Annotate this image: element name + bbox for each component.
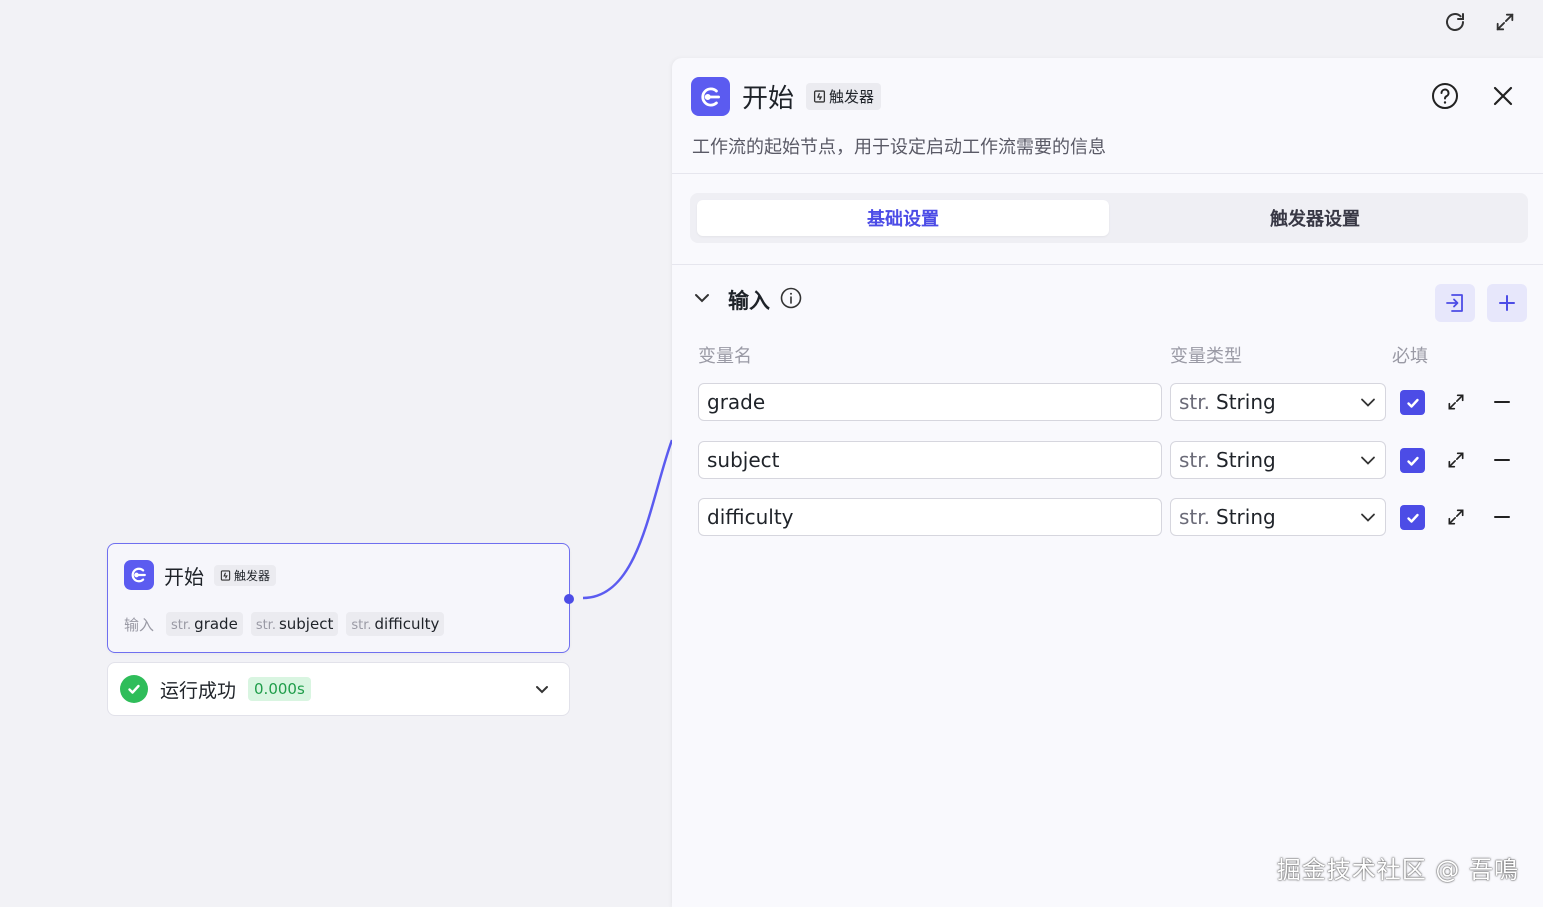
type-label: String [1216,448,1276,472]
inputs-label: 输入 [124,615,155,634]
trigger-tag-label: 触发器 [234,568,271,583]
input-chip: str. grade [166,612,243,636]
import-variables-button[interactable] [1435,284,1475,322]
divider [672,173,1543,174]
info-icon[interactable] [780,287,802,313]
type-prefix: str. [1179,390,1211,414]
required-checkbox[interactable] [1400,448,1425,473]
column-header-required: 必填 [1392,346,1428,367]
chevron-down-icon [1359,393,1377,411]
chevron-down-icon[interactable] [533,680,551,698]
trigger-icon [220,569,231,581]
required-checkbox[interactable] [1400,390,1425,415]
plus-icon [1499,295,1515,311]
variable-table-header: 变量名 变量类型 必填 [698,342,1538,368]
node-config-panel: 开始 触发器 工作流的起始节点，用于设定启动工作流需要的信息 基础设置 触发器设… [672,58,1543,907]
divider [672,264,1543,265]
expand-icon[interactable] [1442,388,1470,416]
start-node-icon [691,77,730,116]
column-header-name: 变量名 [698,346,752,367]
variable-type-select[interactable]: str. String [1170,383,1386,421]
fullscreen-icon[interactable] [1487,8,1523,36]
variable-row: subject str. String [698,441,1538,481]
start-node-inputs: 输入 str. grade str. subject str. difficulty [124,612,445,636]
input-chip: str. subject [250,612,339,636]
trigger-tag: 触发器 [214,564,277,586]
check-icon [1406,513,1419,523]
run-status-text: 运行成功 [160,679,237,702]
type-label: String [1216,390,1276,414]
remove-variable-icon[interactable] [1488,446,1516,474]
refresh-icon[interactable] [1437,8,1473,36]
run-status-bar[interactable]: 运行成功 0.000s [107,662,570,716]
input-section-title: 输入 [728,289,770,313]
input-name: grade [194,615,238,633]
panel-description: 工作流的起始节点，用于设定启动工作流需要的信息 [692,137,1106,158]
canvas-toolbar [1437,8,1523,36]
remove-variable-icon[interactable] [1488,503,1516,531]
tab-basic-settings[interactable]: 基础设置 [697,200,1109,236]
chevron-down-icon[interactable] [692,288,712,312]
type-prefix: str. [1179,505,1211,529]
type-label: String [1216,505,1276,529]
close-icon[interactable] [1487,80,1519,112]
variable-name-input[interactable]: grade [698,383,1162,421]
input-section-header[interactable]: 输入 [692,285,802,315]
panel-header: 开始 触发器 [691,77,882,116]
panel-title: 开始 [742,84,795,114]
type-prefix: str. [1179,448,1211,472]
output-port[interactable] [564,594,574,604]
type-prefix: str. [171,618,192,633]
input-chip: str. difficulty [346,612,445,636]
variable-name-input[interactable]: subject [698,441,1162,479]
expand-icon[interactable] [1442,446,1470,474]
trigger-icon [813,90,826,103]
variable-type-select[interactable]: str. String [1170,498,1386,536]
run-duration-badge: 0.000s [248,677,311,701]
variable-row: grade str. String [698,383,1538,423]
tab-trigger-settings[interactable]: 触发器设置 [1109,200,1521,236]
input-name: subject [278,615,334,633]
watermark: 掘金技术社区 @ 吾鳴 [1276,856,1519,884]
add-variable-button[interactable] [1487,284,1527,322]
chevron-down-icon [1359,508,1377,526]
start-node-title: 开始 [164,564,204,589]
chevron-down-icon [1359,451,1377,469]
input-name: difficulty [374,615,440,633]
panel-actions [1429,80,1519,112]
expand-icon[interactable] [1442,503,1470,531]
variable-name-input[interactable]: difficulty [698,498,1162,536]
help-icon[interactable] [1429,80,1461,112]
required-checkbox[interactable] [1400,505,1425,530]
start-node[interactable]: 开始 触发器 输入 str. grade str. subject str. diff… [107,543,574,653]
remove-variable-icon[interactable] [1488,388,1516,416]
trigger-tag-label: 触发器 [829,88,875,106]
variable-type-select[interactable]: str. String [1170,441,1386,479]
type-prefix: str. [255,618,276,633]
input-section-actions [1435,284,1527,322]
type-prefix: str. [351,618,372,633]
start-node-header: 开始 触发器 [124,560,277,590]
import-icon [1446,294,1463,312]
success-check-icon [120,675,148,703]
column-header-type: 变量类型 [1170,346,1242,367]
start-node-icon [124,560,154,590]
variable-row: difficulty str. String [698,498,1538,538]
trigger-tag: 触发器 [806,83,882,110]
settings-tabs: 基础设置 触发器设置 [690,193,1528,243]
workflow-canvas[interactable]: 开始 触发器 输入 str. grade str. subject str. diff… [0,0,1543,907]
check-icon [1406,456,1419,466]
check-icon [1406,398,1419,408]
